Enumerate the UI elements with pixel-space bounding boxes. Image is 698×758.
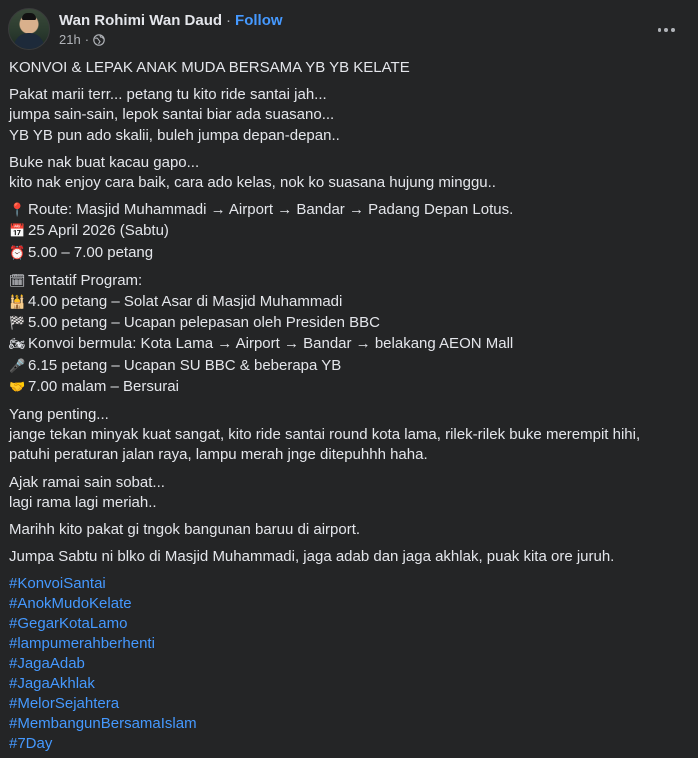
hashtag-link[interactable]: #7Day bbox=[9, 734, 679, 754]
hashtag-list: #KonvoiSantai #AnokMudoKelate #GegarKota… bbox=[9, 574, 679, 754]
text-line: kito nak enjoy cara baik, cara ado kelas… bbox=[9, 174, 496, 192]
paragraph-closing: Jumpa Sabtu ni blko di Masjid Muhammadi,… bbox=[9, 548, 615, 566]
hashtag-link[interactable]: #MelorSejahtera bbox=[9, 694, 679, 714]
text-line: jange tekan minyak kuat sangat, kito rid… bbox=[9, 426, 641, 464]
post-header: Wan Rohimi Wan Daud · Follow 21h · bbox=[8, 8, 698, 52]
hashtag-link[interactable]: #JagaAkhlak bbox=[9, 674, 679, 694]
meta-separator: · bbox=[84, 32, 90, 47]
hashtag-link[interactable]: #GegarKotaLamo bbox=[9, 614, 679, 634]
text-line: Ajak ramai sain sobat... bbox=[9, 473, 165, 491]
program-schedule: 🗓 Tentatif Program: 🕌 4.00 petang – Solat … bbox=[9, 271, 679, 398]
detail-time: ⏰ 5.00 – 7.00 petang bbox=[9, 243, 679, 264]
text-line: jumpa sain-sain, lepok santai biar ada s… bbox=[9, 106, 335, 124]
author-name[interactable]: Wan Rohimi Wan Daud bbox=[59, 12, 222, 29]
pin-icon: 📍 bbox=[9, 203, 26, 219]
hashtag-link[interactable]: #AnokMudoKelate bbox=[9, 594, 679, 614]
hashtag-link[interactable]: #lampumerahberhenti bbox=[9, 634, 679, 654]
event-details: 📍 Route: Masjid Muhammadi → Airport → Ban… bbox=[9, 200, 679, 264]
text-line: lagi rama lagi meriah.. bbox=[9, 493, 157, 511]
program-item: 🤝 7.00 malam – Bersurai bbox=[9, 377, 679, 398]
mosque-icon: 🕌 bbox=[9, 295, 26, 311]
alarm-clock-icon: ⏰ bbox=[9, 245, 26, 261]
microphone-icon: 🎤 bbox=[9, 358, 26, 374]
author-row: Wan Rohimi Wan Daud · Follow bbox=[59, 11, 283, 31]
detail-date: 📅 25 April 2026 (Sabtu) bbox=[9, 221, 679, 242]
globe-icon[interactable] bbox=[93, 33, 105, 46]
paragraph-important: Yang penting... jange tekan minyak kuat … bbox=[9, 405, 679, 466]
facebook-post: Wan Rohimi Wan Daud · Follow 21h · KONVOI … bbox=[0, 0, 698, 758]
motorcycle-icon: 🏍 bbox=[9, 337, 26, 353]
follow-button[interactable]: Follow bbox=[235, 12, 283, 29]
text-line: Pakat marii terr... petang tu kito ride … bbox=[9, 86, 327, 104]
avatar[interactable] bbox=[8, 8, 50, 50]
program-item: 🏁 5.00 petang – Ucapan pelepasan oleh Pre… bbox=[9, 313, 679, 334]
separator-dot: · bbox=[226, 12, 232, 29]
text-line: YB YB pun ado skalii, buleh jumpa depan-… bbox=[9, 126, 340, 144]
program-item: 🏍 Konvoi bermula: Kota Lama → Airport → B… bbox=[9, 334, 679, 355]
calendar-icon: 🗓 bbox=[9, 273, 26, 289]
paragraph-purpose: Buke nak buat kacau gapo... kito nak enj… bbox=[9, 153, 679, 193]
checkered-flag-icon: 🏁 bbox=[9, 316, 26, 332]
handshake-icon: 🤝 bbox=[9, 379, 26, 395]
detail-route: 📍 Route: Masjid Muhammadi → Airport → Ban… bbox=[9, 200, 679, 221]
post-timestamp[interactable]: 21h bbox=[59, 32, 81, 47]
paragraph-airport: Marihh kito pakat gi tngok bangunan baru… bbox=[9, 521, 361, 539]
post-title: KONVOI & LEPAK ANAK MUDA BERSAMA YB YB K… bbox=[9, 59, 410, 76]
paragraph-intro: Pakat marii terr... petang tu kito ride … bbox=[9, 85, 679, 146]
text-line: Yang penting... bbox=[9, 406, 109, 424]
program-item: 🎤 6.15 petang – Ucapan SU BBC & beberapa … bbox=[9, 356, 679, 377]
program-item: 🕌 4.00 petang – Solat Asar di Masjid Muha… bbox=[9, 292, 679, 313]
calendar-icon: 📅 bbox=[9, 224, 26, 240]
hashtag-link[interactable]: #KonvoiSantai bbox=[9, 574, 679, 594]
hashtag-link[interactable]: #MembangunBersamaIslam bbox=[9, 714, 679, 734]
hashtag-link[interactable]: #JagaAdab bbox=[9, 654, 679, 674]
more-options-icon[interactable] bbox=[656, 20, 676, 40]
post-body: KONVOI & LEPAK ANAK MUDA BERSAMA YB YB K… bbox=[9, 58, 679, 754]
text-line: Buke nak buat kacau gapo... bbox=[9, 153, 200, 171]
post-meta: 21h · bbox=[59, 32, 105, 47]
program-heading: 🗓 Tentatif Program: bbox=[9, 271, 679, 292]
paragraph-invite: Ajak ramai sain sobat... lagi rama lagi … bbox=[9, 473, 679, 513]
